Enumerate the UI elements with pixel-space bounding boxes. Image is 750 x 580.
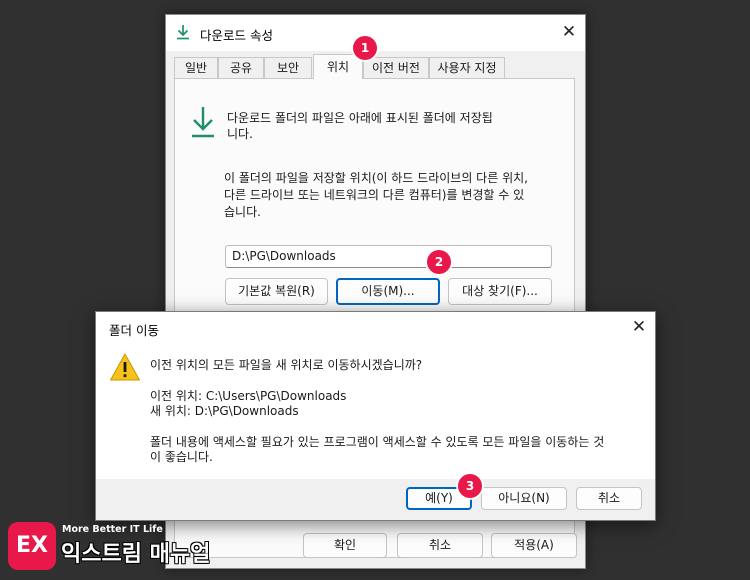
description-line1: 이 폴더의 파일을 저장할 위치(이 하드 드라이브의 다른 위치,	[224, 171, 528, 185]
apply-button[interactable]: 적용(A)	[491, 533, 577, 558]
move-folder-dialog: 폴더 이동 ✕ 이전 위치의 모든 파일을 새 위치로 이동하시겠습니까? 이전…	[95, 311, 656, 521]
dialog-note-line1: 폴더 내용에 액세스할 필요가 있는 프로그램이 액세스할 수 있도록 모든 파…	[150, 435, 605, 449]
tab-security[interactable]: 보안	[264, 57, 312, 78]
tab-general[interactable]: 일반	[174, 57, 218, 78]
dialog-title-bar[interactable]: 폴더 이동 ✕	[96, 312, 655, 343]
brand-logo-mark: EX	[8, 522, 56, 570]
dialog-cancel-button[interactable]: 취소	[576, 487, 642, 510]
old-location-text: 이전 위치: C:\Users\PG\Downloads	[150, 389, 347, 403]
find-target-button[interactable]: 대상 찾기(F)...	[448, 278, 552, 305]
step-badge-3: 3	[458, 474, 482, 498]
info-text-line2: 니다.	[227, 127, 253, 141]
step-badge-2: 2	[427, 250, 451, 274]
dialog-question: 이전 위치의 모든 파일을 새 위치로 이동하시겠습니까?	[150, 358, 423, 372]
move-button[interactable]: 이동(M)...	[336, 278, 440, 305]
warning-icon	[110, 353, 140, 381]
description-line3: 습니다.	[224, 205, 261, 219]
download-arrow-icon	[177, 25, 189, 40]
tab-sharing[interactable]: 공유	[218, 57, 264, 78]
ok-button[interactable]: 확인	[303, 533, 387, 558]
dialog-title: 폴더 이동	[109, 323, 159, 338]
restore-default-button[interactable]: 기본값 복원(R)	[225, 278, 328, 305]
download-arrow-icon	[192, 107, 214, 138]
location-path-input[interactable]: D:\PG\Downloads	[225, 245, 552, 268]
tab-customize[interactable]: 사용자 지정	[429, 57, 505, 78]
info-text-line1: 다운로드 폴더의 파일은 아래에 표시된 폴더에 저장됩	[227, 111, 493, 125]
properties-title: 다운로드 속성	[200, 28, 273, 43]
new-location-text: 새 위치: D:\PG\Downloads	[150, 404, 299, 418]
dialog-note-line2: 이 좋습니다.	[150, 450, 213, 464]
close-icon[interactable]: ✕	[629, 317, 649, 337]
tab-location[interactable]: 위치	[313, 54, 363, 79]
cancel-button[interactable]: 취소	[397, 533, 483, 558]
brand-name: 익스트림 매뉴얼	[61, 542, 211, 567]
no-button[interactable]: 아니요(N)	[481, 487, 567, 510]
brand-tagline: More Better IT Life	[62, 524, 163, 535]
brand-logo-letters: EX	[16, 533, 48, 558]
dialog-body: 이전 위치의 모든 파일을 새 위치로 이동하시겠습니까? 이전 위치: C:\…	[96, 343, 655, 479]
step-badge-1: 1	[353, 36, 377, 60]
tab-previous-versions[interactable]: 이전 버전	[363, 57, 429, 78]
close-icon[interactable]: ✕	[559, 22, 579, 42]
description-line2: 다른 드라이브 또는 네트워크의 다른 컴퓨터)를 변경할 수 있	[224, 188, 525, 202]
